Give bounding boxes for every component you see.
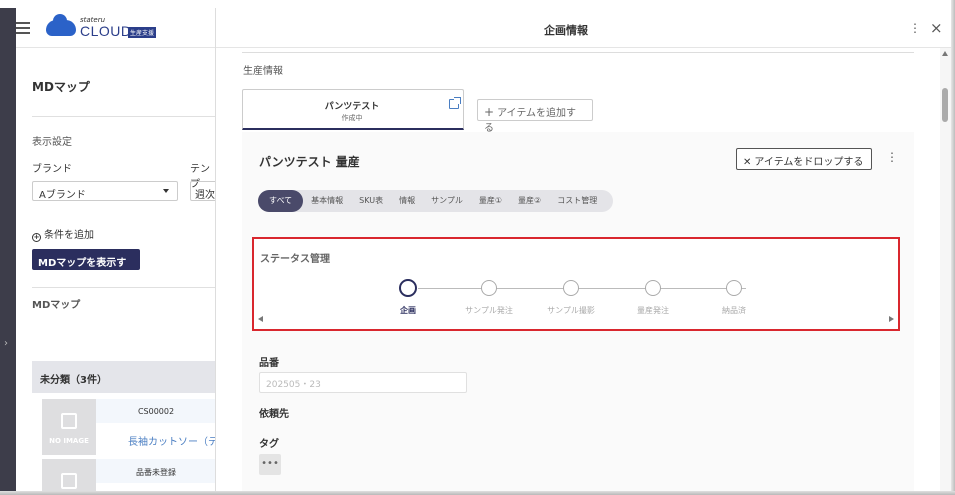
section-tabs: すべて 基本情報 SKU表 情報 サンプル 量産① 量産② コスト管理 xyxy=(258,190,614,212)
tab-sku[interactable]: SKU表 xyxy=(351,190,391,212)
stepper-line xyxy=(418,288,746,289)
tab-production-1[interactable]: 量産① xyxy=(471,190,510,212)
tab-info[interactable]: 情報 xyxy=(391,190,423,212)
left-content: MDマップ 表示設定 ブランド テンプ Aブランド 週次 + 条件を追加 MDマッ… xyxy=(16,48,215,491)
tab-cost-management[interactable]: コスト管理 xyxy=(549,190,605,212)
scroll-left-icon[interactable] xyxy=(258,316,263,322)
add-item-label: アイテムを追加する xyxy=(484,108,577,134)
app-frame: stateru CLOUD 生産支援 MDマップ 表示設定 ブランド テンプ A… xyxy=(0,0,955,495)
add-item-button[interactable]: + アイテムを追加する xyxy=(477,99,593,134)
md-map-panel: stateru CLOUD 生産支援 MDマップ 表示設定 ブランド テンプ A… xyxy=(0,8,216,491)
scroll-up-icon[interactable] xyxy=(942,51,948,56)
product-image-placeholder xyxy=(42,459,96,491)
status-title: ステータス管理 xyxy=(260,254,330,265)
plus-icon: + xyxy=(484,105,495,119)
brand-label: ブランド xyxy=(32,164,72,175)
product-name-link[interactable]: 長袖カットソー（テ xyxy=(128,433,215,448)
template-select-value: 週次 xyxy=(195,190,215,201)
product-card[interactable]: NO IMAGE CS00002 長袖カットソー（テ xyxy=(40,399,215,455)
external-link-icon[interactable] xyxy=(449,97,461,109)
image-icon xyxy=(61,473,77,489)
item-detail: パンツテスト 量産 ✕ アイテムをドロップする ⋮ すべて 基本情報 SKU表 情… xyxy=(242,132,914,491)
tab-all[interactable]: すべて xyxy=(258,190,304,212)
step-circle[interactable] xyxy=(399,279,417,297)
step-circle[interactable] xyxy=(726,280,742,296)
hamburger-menu-icon[interactable] xyxy=(16,22,30,34)
add-circle-icon: + xyxy=(32,233,41,242)
tab-production-2[interactable]: 量産② xyxy=(510,190,549,212)
brand-select[interactable]: Aブランド xyxy=(32,181,178,201)
more-vertical-icon[interactable]: ⋮ xyxy=(886,150,898,164)
step-circle[interactable] xyxy=(645,280,661,296)
item-title: パンツテスト 量産 xyxy=(259,155,360,169)
image-icon xyxy=(61,413,77,429)
page-title: MDマップ xyxy=(32,80,90,94)
cloud-logo-icon xyxy=(46,14,76,36)
section-label: 生産情報 xyxy=(243,66,283,77)
close-icon[interactable]: × xyxy=(930,19,943,37)
vertical-scrollbar[interactable] xyxy=(940,48,951,491)
status-management: ステータス管理 企画 サンプル発注 サンプル撮影 量産発注 納品済 xyxy=(252,237,900,331)
md-map-subtitle: MDマップ xyxy=(32,300,81,311)
scroll-thumb[interactable] xyxy=(942,88,948,122)
add-condition-label: 条件を追加 xyxy=(44,230,94,241)
logo-badge: 生産支援 xyxy=(128,27,157,38)
display-settings-label: 表示設定 xyxy=(32,137,72,148)
chevron-down-icon xyxy=(163,189,169,193)
horizontal-scrollbar[interactable] xyxy=(258,314,894,326)
item-tab-active[interactable]: パンツテスト 作成中 xyxy=(242,89,464,130)
divider xyxy=(32,116,215,117)
divider xyxy=(32,287,215,288)
close-icon: ✕ xyxy=(743,157,752,168)
product-card[interactable]: 品番未登録 xyxy=(40,459,215,491)
category-header[interactable]: 未分類（3件） xyxy=(32,361,215,393)
item-tab-status: 作成中 xyxy=(341,114,363,122)
no-image-text: NO IMAGE xyxy=(49,437,89,445)
chevron-right-icon[interactable]: › xyxy=(4,338,8,349)
step-circle[interactable] xyxy=(563,280,579,296)
product-code: CS00002 xyxy=(96,399,215,423)
step-circle[interactable] xyxy=(481,280,497,296)
drop-item-label: アイテムをドロップする xyxy=(754,157,864,168)
brand-select-value: Aブランド xyxy=(39,190,86,201)
show-md-map-button[interactable]: MDマップを表示する xyxy=(32,249,140,284)
divider xyxy=(242,52,914,53)
product-number-input[interactable]: 202505・23 xyxy=(259,372,467,393)
product-code: 品番未登録 xyxy=(96,459,215,483)
left-topbar: stateru CLOUD 生産支援 xyxy=(0,8,215,48)
tab-sample[interactable]: サンプル xyxy=(423,190,471,212)
tab-basic-info[interactable]: 基本情報 xyxy=(303,190,351,212)
item-tab-title: パンツテスト xyxy=(324,102,380,112)
window-shadow xyxy=(0,491,955,495)
window-shadow xyxy=(951,0,955,495)
more-vertical-icon[interactable]: ⋮ xyxy=(909,21,921,35)
panel-header: 企画情報 ⋮ × xyxy=(216,8,951,48)
supplier-label: 依頼先 xyxy=(259,409,289,420)
add-condition-button[interactable]: + 条件を追加 xyxy=(32,226,94,242)
tag-more-button[interactable]: ••• xyxy=(259,454,281,475)
tag-label: タグ xyxy=(259,439,279,450)
app-logo[interactable]: stateru CLOUD 生産支援 xyxy=(46,14,166,40)
template-select[interactable]: 週次 xyxy=(190,181,215,201)
product-image-placeholder: NO IMAGE xyxy=(42,399,96,455)
panel-title: 企画情報 xyxy=(544,24,588,37)
drop-item-button[interactable]: ✕ アイテムをドロップする xyxy=(736,148,872,170)
planning-info-panel: 企画情報 ⋮ × 生産情報 パンツテスト 作成中 + アイテムを追加する パンツテ… xyxy=(216,8,951,491)
logo-text: CLOUD xyxy=(80,23,132,39)
product-number-label: 品番 xyxy=(259,358,279,369)
side-collapse-bar[interactable]: › xyxy=(0,8,16,491)
scroll-right-icon[interactable] xyxy=(889,316,894,322)
